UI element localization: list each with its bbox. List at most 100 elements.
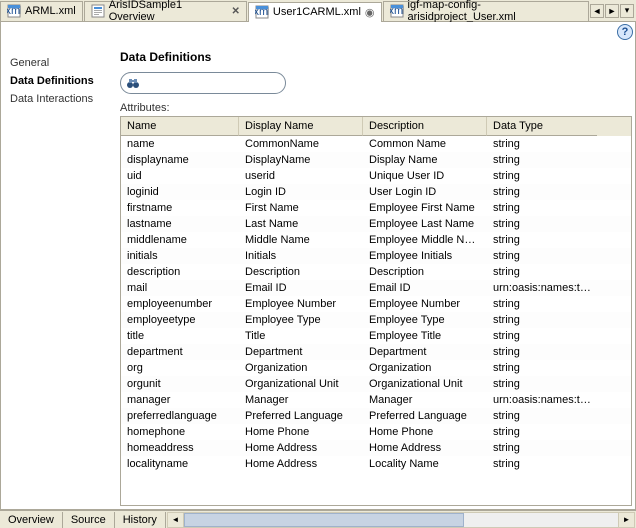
table-row[interactable]: mailEmail IDEmail IDurn:oasis:names:tc:x… [121,280,631,296]
table-cell: Email ID [363,280,487,296]
table-cell: userid [239,168,363,184]
table-cell: Unique User ID [363,168,487,184]
table-cell: Description [363,264,487,280]
bottom-bar: OverviewSourceHistory ◄ ► [0,510,636,528]
table-cell: Login ID [239,184,363,200]
search-input[interactable] [145,77,275,89]
table-cell: homeaddress [121,440,239,456]
table-cell: urn:oasis:names:tc:xa.. [487,280,597,296]
table-cell: Home Phone [239,424,363,440]
table-cell: string [487,152,597,168]
table-row[interactable]: homephoneHome PhoneHome Phonestring [121,424,631,440]
table-cell: Employee Title [363,328,487,344]
table-row[interactable]: orgunitOrganizational UnitOrganizational… [121,376,631,392]
table-cell: Employee First Name [363,200,487,216]
table-cell: Department [239,344,363,360]
table-cell: Department [363,344,487,360]
column-header[interactable]: Description [363,117,487,136]
table-cell: First Name [239,200,363,216]
table-row[interactable]: preferredlanguagePreferred LanguagePrefe… [121,408,631,424]
attributes-table: NameDisplay NameDescriptionData Type nam… [120,116,632,506]
pin-icon[interactable]: ◉ [365,6,375,19]
table-row[interactable]: employeenumberEmployee NumberEmployee Nu… [121,296,631,312]
sidebar-item[interactable]: Data Definitions [4,72,120,90]
binoculars-icon [125,75,141,91]
tab-next-button[interactable]: ► [605,4,619,18]
tab-prev-button[interactable]: ◄ [590,4,604,18]
sidebar-item[interactable]: General [4,54,120,72]
table-row[interactable]: uiduseridUnique User IDstring [121,168,631,184]
table-cell: Organizational Unit [363,376,487,392]
table-cell: string [487,312,597,328]
editor-tab-bar: xmlARML.xmlArisIDSample1 Overview✕xmlUse… [0,0,636,22]
table-cell: Locality Name [363,456,487,472]
table-cell: string [487,136,597,152]
editor-tab[interactable]: ArisIDSample1 Overview ✕ [84,1,247,21]
xml-file-icon: xml [255,5,269,19]
table-cell: string [487,344,597,360]
table-cell: string [487,184,597,200]
attributes-label: Attributes: [120,102,632,114]
column-header[interactable]: Name [121,117,239,136]
table-cell: Employee Type [363,312,487,328]
help-button[interactable]: ? [617,24,633,40]
table-cell: string [487,424,597,440]
table-cell: description [121,264,239,280]
table-row[interactable]: employeetypeEmployee TypeEmployee Typest… [121,312,631,328]
table-row[interactable]: initialsInitialsEmployee Initialsstring [121,248,631,264]
table-cell: Organization [363,360,487,376]
table-cell: department [121,344,239,360]
hscroll-left-button[interactable]: ◄ [168,513,184,527]
table-row[interactable]: managerManagerManagerurn:oasis:names:tc:… [121,392,631,408]
xml-file-icon: xml [7,4,21,18]
tab-nav: ◄ ► ▾ [590,4,636,18]
table-cell: string [487,216,597,232]
table-cell: Display Name [363,152,487,168]
table-cell: Preferred Language [239,408,363,424]
table-cell: string [487,248,597,264]
table-row[interactable]: loginidLogin IDUser Login IDstring [121,184,631,200]
table-row[interactable]: departmentDepartmentDepartmentstring [121,344,631,360]
column-header[interactable]: Data Type [487,117,597,136]
table-cell: Employee Number [239,296,363,312]
bottom-tab[interactable]: Overview [0,512,63,528]
table-row[interactable]: titleTitleEmployee Titlestring [121,328,631,344]
bottom-tab[interactable]: History [115,512,166,528]
horizontal-scrollbar[interactable]: ◄ ► [167,512,635,528]
table-row[interactable]: middlenameMiddle NameEmployee Middle Nam… [121,232,631,248]
close-icon[interactable]: ✕ [232,6,240,17]
sidebar-item[interactable]: Data Interactions [4,90,120,108]
table-cell: string [487,296,597,312]
table-cell: Employee Middle Name [363,232,487,248]
table-cell: loginid [121,184,239,200]
hscroll-right-button[interactable]: ► [618,513,634,527]
editor-tab[interactable]: xmlUser1CARML.xml◉ [248,2,382,22]
table-row[interactable]: displaynameDisplayNameDisplay Namestring [121,152,631,168]
table-row[interactable]: lastnameLast NameEmployee Last Namestrin… [121,216,631,232]
table-cell: Organizational Unit [239,376,363,392]
hscroll-thumb[interactable] [184,513,464,527]
tab-list-button[interactable]: ▾ [620,4,634,18]
table-row[interactable]: firstnameFirst NameEmployee First Namest… [121,200,631,216]
table-cell: Title [239,328,363,344]
table-cell: string [487,200,597,216]
table-cell: uid [121,168,239,184]
table-row[interactable]: homeaddressHome AddressHome Addressstrin… [121,440,631,456]
bottom-tab[interactable]: Source [63,512,115,528]
table-cell: name [121,136,239,152]
table-cell: string [487,376,597,392]
editor-tab[interactable]: xmligf-map-config-arisidproject_User.xml [383,1,589,21]
section-sidebar: GeneralData DefinitionsData Interactions [4,40,120,506]
editor-tab[interactable]: xmlARML.xml [0,1,83,21]
table-row[interactable]: localitynameHome AddressLocality Namestr… [121,456,631,472]
table-cell: Employee Last Name [363,216,487,232]
table-row[interactable]: nameCommonNameCommon Namestring [121,136,631,152]
tab-label: ArisIDSample1 Overview [109,0,226,23]
form-file-icon [91,4,105,18]
table-cell: Home Address [239,440,363,456]
table-body[interactable]: nameCommonNameCommon Namestringdisplayna… [121,136,631,505]
table-row[interactable]: orgOrganizationOrganizationstring [121,360,631,376]
table-cell: manager [121,392,239,408]
table-row[interactable]: descriptionDescriptionDescriptionstring [121,264,631,280]
column-header[interactable]: Display Name [239,117,363,136]
